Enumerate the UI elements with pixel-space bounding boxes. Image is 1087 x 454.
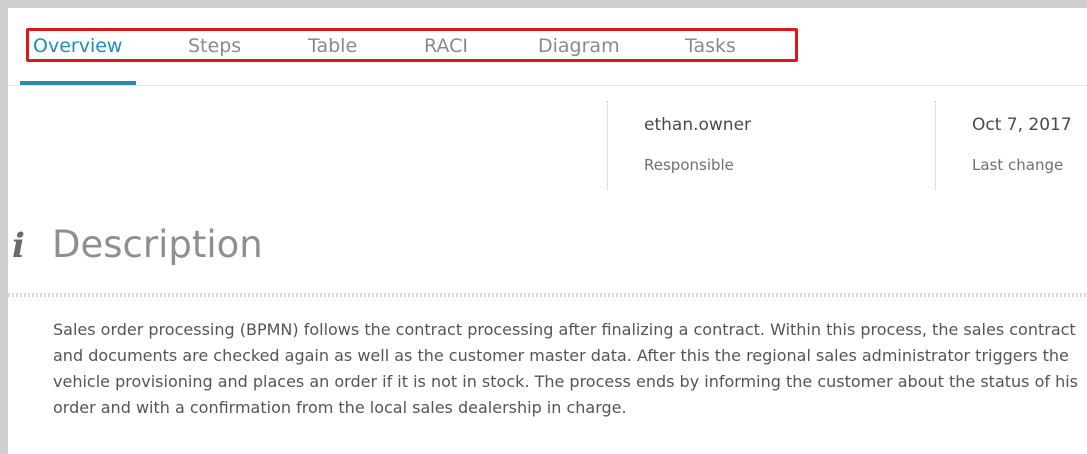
tab-bar: Overview Steps Table RACI Diagram Tasks [26,28,798,62]
tab-overview[interactable]: Overview [33,31,122,59]
last-change-value: Oct 7, 2017 [972,115,1072,135]
tab-diagram[interactable]: Diagram [538,31,620,59]
description-text: Sales order processing (BPMN) follows th… [53,320,1079,417]
responsible-label: Responsible [644,156,734,174]
responsible-info: ethan.owner Responsible [607,101,928,189]
tab-table[interactable]: Table [308,31,357,59]
last-change-info: Oct 7, 2017 Last change [935,101,1087,189]
tab-bar-divider [8,85,1087,86]
responsible-value: ethan.owner [644,115,752,135]
tab-raci[interactable]: RACI [424,31,468,59]
info-icon: i [12,226,25,266]
section-title: Description [52,223,263,266]
tab-steps[interactable]: Steps [188,31,241,59]
tab-tasks[interactable]: Tasks [685,31,736,59]
last-change-label: Last change [972,156,1064,174]
section-divider [8,293,1087,297]
